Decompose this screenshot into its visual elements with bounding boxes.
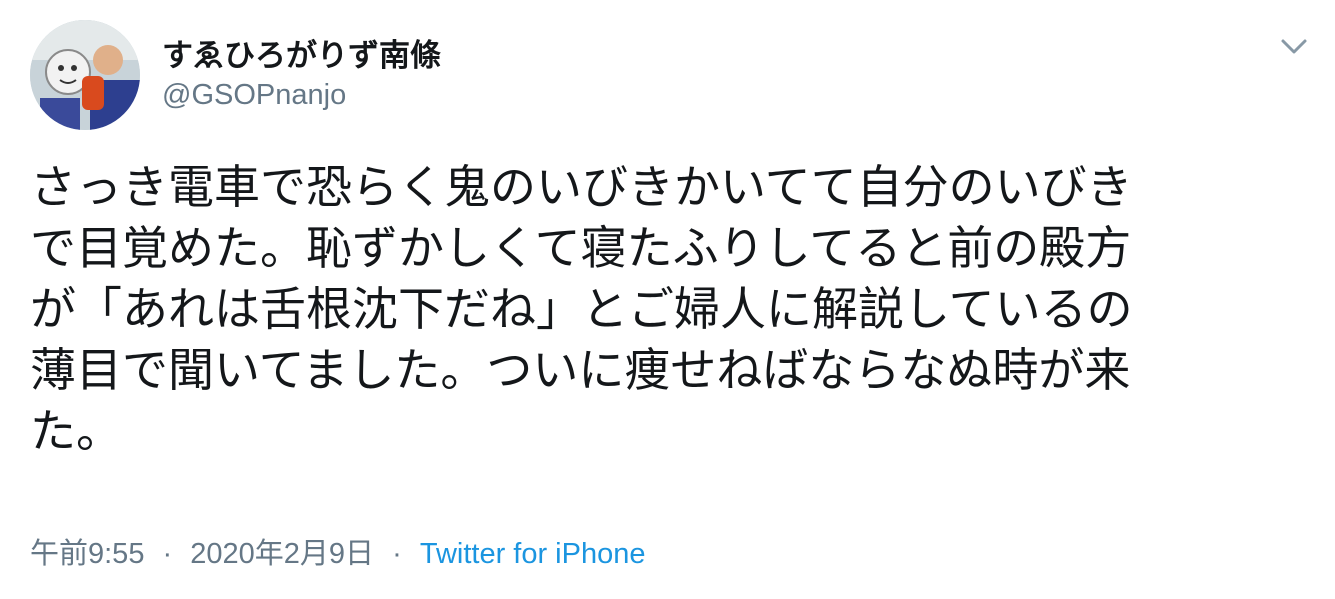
author-display-name[interactable]: すゑひろがりず南條 [162, 30, 441, 75]
tweet-date[interactable]: 2020年2月9日 [190, 538, 374, 570]
tweet-time[interactable]: 午前9:55 [30, 538, 144, 570]
tweet-menu-button[interactable] [1278, 32, 1310, 60]
author-handle[interactable]: @GSOPnanjo [162, 79, 346, 112]
tweet-text-line: 薄目で聞いてました。ついに痩せねばならなぬ時が来 [30, 343, 1131, 397]
avatar[interactable] [30, 20, 140, 130]
tweet-text-line: た。 [30, 404, 122, 458]
tweet-text-line: さっき電車で恐らく鬼のいびきかいてて自分のいびき [30, 160, 1133, 214]
meta-separator: · [392, 538, 402, 570]
user-avatar-photo-icon [30, 20, 140, 130]
tweet-meta: 午前9:55 · 2020年2月9日 · Twitter for iPhone [30, 530, 645, 572]
tweet-text: さっき電車で恐らく鬼のいびきかいてて自分のいびき で目覚めた。恥ずかしくて寝たふ… [30, 157, 1320, 462]
tweet-text-line: で目覚めた。恥ずかしくて寝たふりしてると前の殿方 [30, 221, 1132, 275]
tweet-card: すゑひろがりず南條 @GSOPnanjo さっき電車で恐らく鬼のいびきかいてて自… [0, 0, 1335, 599]
tweet-text-line: が「あれは舌根沈下だね」とご婦人に解説しているの [30, 282, 1133, 336]
tweet-source-link[interactable]: Twitter for iPhone [420, 538, 646, 570]
chevron-down-icon [1281, 39, 1307, 54]
meta-separator: · [162, 538, 173, 570]
